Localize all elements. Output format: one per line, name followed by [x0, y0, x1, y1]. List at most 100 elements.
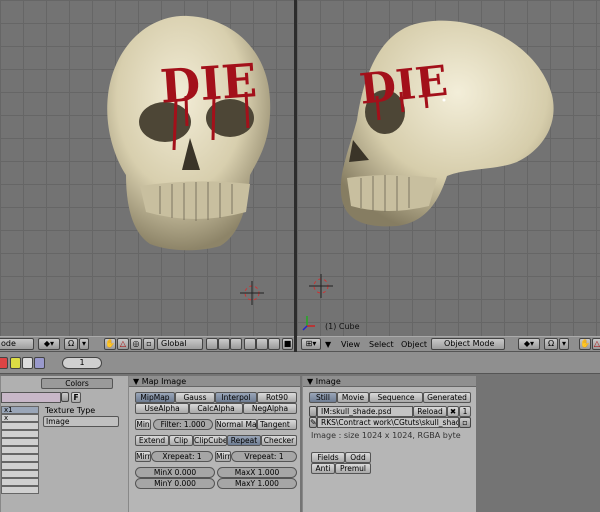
- object-mode-select[interactable]: Object Mode: [431, 338, 505, 350]
- chevron-icon[interactable]: ▾: [79, 338, 89, 350]
- image-name-field[interactable]: IM:skull_shade.psd: [317, 406, 413, 417]
- editor-type-icon[interactable]: ⊞▾: [301, 338, 321, 350]
- image-browse-icon[interactable]: [309, 406, 317, 417]
- filter-field[interactable]: Filter: 1.000: [153, 419, 213, 430]
- rot90-button[interactable]: Rot90: [257, 392, 297, 403]
- scale-manipulator-icon[interactable]: ◎: [130, 338, 142, 350]
- vrepeat-field[interactable]: Vrepeat: 1: [231, 451, 297, 462]
- map-image-panel: ▼ Map Image MipMap Gauss Interpol Rot90 …: [128, 376, 300, 512]
- pack-icon[interactable]: ▫: [459, 417, 471, 428]
- menu-view[interactable]: View: [341, 340, 360, 350]
- draw-type-icon-right[interactable]: ◆▾: [518, 338, 540, 350]
- image-header: ▼ Image: [303, 376, 476, 387]
- maxy-field[interactable]: MaxY 1.000: [217, 478, 297, 489]
- rotate-manipulator-icon[interactable]: △: [117, 338, 129, 350]
- pivot-icon[interactable]: Ω: [544, 338, 558, 350]
- texture-slot-3[interactable]: [1, 422, 39, 430]
- texture-name-field[interactable]: [1, 392, 61, 403]
- interpol-button[interactable]: Interpol: [215, 392, 257, 403]
- checker-button[interactable]: Checker: [261, 435, 297, 446]
- texture-slot-7[interactable]: [1, 454, 39, 462]
- gauss-button[interactable]: Gauss: [175, 392, 215, 403]
- tab-generated[interactable]: Generated: [423, 392, 471, 403]
- buttons-toolbar: 1: [0, 352, 600, 374]
- tab-sequence[interactable]: Sequence: [369, 392, 423, 403]
- pivot-chevron-icon[interactable]: ▾: [559, 338, 569, 350]
- buttons-window: 1 Colors F x1 x Texture Type Image ▼ Map…: [0, 352, 600, 512]
- negalpha-button[interactable]: NegAlpha: [243, 403, 297, 414]
- layer-button-2[interactable]: [218, 338, 230, 350]
- layer-button-6[interactable]: [268, 338, 280, 350]
- texture-type-select[interactable]: Image: [43, 416, 119, 427]
- texture-type-label: Texture Type: [45, 406, 96, 415]
- clip-button[interactable]: Clip: [169, 435, 193, 446]
- hand-icon-right[interactable]: ✋: [579, 338, 591, 350]
- menu-select[interactable]: Select: [369, 340, 394, 350]
- 3d-cursor-right: [309, 274, 333, 298]
- texture-slot-2[interactable]: x: [1, 414, 39, 422]
- tab-movie[interactable]: Movie: [337, 392, 369, 403]
- maxx-field[interactable]: MaxX 1.000: [217, 467, 297, 478]
- image-path-field[interactable]: RKS\Contract work\CGtuts\skull_shade.psd: [317, 417, 459, 428]
- min-button[interactable]: Min: [135, 419, 151, 430]
- clipcube-button[interactable]: ClipCube: [193, 435, 227, 446]
- usealpha-button[interactable]: UseAlpha: [135, 403, 189, 414]
- material-context-icon[interactable]: [10, 357, 21, 369]
- miny-field[interactable]: MinY 0.000: [135, 478, 215, 489]
- odd-button[interactable]: Odd: [345, 452, 371, 463]
- fields-button[interactable]: Fields: [311, 452, 345, 463]
- image-users-count[interactable]: 1: [459, 406, 471, 417]
- file-browse-icon[interactable]: ✎: [309, 417, 317, 428]
- repeat-button[interactable]: Repeat: [227, 435, 261, 446]
- texture-slot-4[interactable]: [1, 430, 39, 438]
- unlink-icon[interactable]: ✖: [447, 406, 459, 417]
- world-context-icon[interactable]: [34, 357, 45, 369]
- tab-still[interactable]: Still: [309, 392, 337, 403]
- lock-icon[interactable]: ■: [282, 338, 293, 350]
- hand-icon[interactable]: ✋: [104, 338, 116, 350]
- reload-button[interactable]: Reload: [413, 406, 447, 417]
- normal-map-button[interactable]: Normal Map: [215, 419, 257, 430]
- xrepeat-field[interactable]: Xrepeat: 1: [151, 451, 213, 462]
- layer-button-5[interactable]: [256, 338, 268, 350]
- premul-button[interactable]: Premul: [335, 463, 371, 474]
- viewport-front[interactable]: DIE: [0, 0, 294, 336]
- mode-select[interactable]: ode: [0, 338, 34, 350]
- axis-gizmo-icon: [302, 316, 315, 331]
- rotate-icon-right[interactable]: △: [592, 338, 600, 350]
- mirror-y-button[interactable]: Mirr: [215, 451, 231, 462]
- texture-slot-11[interactable]: [1, 486, 39, 494]
- viewport-side[interactable]: DIE (1) Cube: [297, 0, 600, 336]
- texture-slot-1[interactable]: x1: [1, 406, 39, 414]
- orientation-select[interactable]: Global: [157, 338, 203, 350]
- anti-button[interactable]: Anti: [311, 463, 335, 474]
- texture-slot-6[interactable]: [1, 446, 39, 454]
- image-title: Image: [315, 377, 341, 386]
- texture-panel: Colors F x1 x Texture Type Image: [0, 376, 128, 512]
- collapse-menu-icon[interactable]: ▼: [325, 340, 331, 350]
- frame-counter[interactable]: 1: [62, 357, 102, 369]
- tab-colors[interactable]: Colors: [41, 378, 113, 389]
- texture-slot-10[interactable]: [1, 478, 39, 486]
- texture-slot-8[interactable]: [1, 462, 39, 470]
- texture-users-icon[interactable]: [61, 392, 69, 402]
- texture-slot-5[interactable]: [1, 438, 39, 446]
- calcalpha-button[interactable]: CalcAlpha: [189, 403, 243, 414]
- texture-slot-9[interactable]: [1, 470, 39, 478]
- menu-object[interactable]: Object: [401, 340, 427, 350]
- minx-field[interactable]: MinX 0.000: [135, 467, 215, 478]
- draw-type-icon[interactable]: ◆▾: [38, 338, 60, 350]
- tangent-select[interactable]: Tangent: [257, 419, 297, 430]
- texture-context-icon[interactable]: [22, 357, 33, 369]
- layer-button-3[interactable]: [230, 338, 242, 350]
- manipulator-toggle-icon[interactable]: ▫: [143, 338, 155, 350]
- shading-context-icon[interactable]: [0, 357, 8, 369]
- magnet-icon[interactable]: Ω: [64, 338, 78, 350]
- layer-button-1[interactable]: [206, 338, 218, 350]
- mipmap-button[interactable]: MipMap: [135, 392, 175, 403]
- mirror-x-button[interactable]: Mirr: [135, 451, 151, 462]
- extend-button[interactable]: Extend: [135, 435, 169, 446]
- fake-user-button[interactable]: F: [71, 392, 81, 403]
- layer-button-4[interactable]: [244, 338, 256, 350]
- map-image-title: Map Image: [141, 377, 187, 386]
